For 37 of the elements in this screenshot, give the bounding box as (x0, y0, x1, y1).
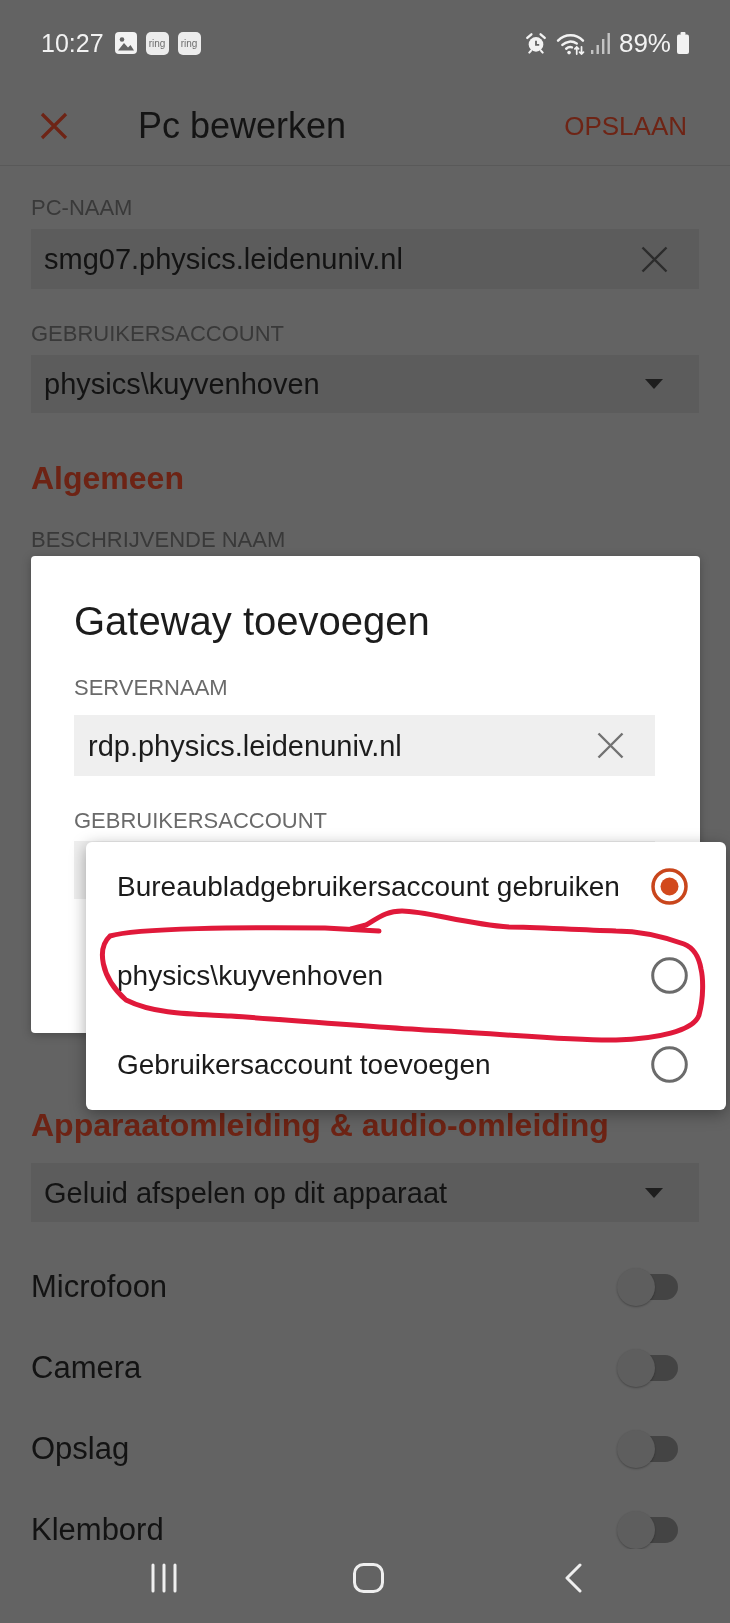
back-icon[interactable] (564, 1563, 582, 1593)
section-heading: Algemeen (31, 459, 185, 497)
home-icon[interactable] (353, 1563, 384, 1593)
toggle-switch[interactable] (617, 1510, 678, 1549)
field-label: SERVERNAAM (74, 675, 229, 701)
caret-icon (645, 1187, 663, 1198)
status-time: 10:27 (41, 28, 104, 58)
signal-bars-icon (590, 32, 610, 54)
battery-percentage: 89% (618, 28, 671, 58)
recent-apps-icon[interactable] (150, 1563, 178, 1593)
dialog-title: Gateway toevoegen (74, 598, 431, 645)
account-option[interactable]: Bureaubladgebruikersaccount gebruiken (86, 842, 726, 931)
toggle-label: Microfoon (31, 1270, 168, 1303)
radio-button[interactable] (651, 957, 688, 994)
toggle-switch[interactable] (617, 1429, 678, 1468)
alarm-clock-icon (524, 32, 547, 54)
screen-title: Pc bewerken (138, 103, 348, 148)
section-heading: Apparaatomleiding & audio-omleiding (31, 1108, 610, 1142)
image-notification-icon (114, 32, 137, 54)
caret-icon (645, 379, 663, 389)
field-label: GEBRUIKERSACCOUNT (74, 808, 329, 834)
battery-icon (676, 32, 690, 54)
server-name-field[interactable]: rdp.physics.leidenuniv.nl (74, 715, 655, 776)
app-notification-badge: ring (177, 31, 201, 55)
wifi-icon (555, 31, 585, 55)
toggle-label: Opslag (31, 1432, 130, 1465)
toggle-switch[interactable] (617, 1348, 678, 1387)
clear-icon[interactable] (597, 732, 624, 759)
account-option[interactable]: physics\kuyvenhoven (86, 931, 726, 1020)
toggle-switch[interactable] (617, 1267, 678, 1306)
toggle-label: Klembord (31, 1513, 164, 1546)
radio-button[interactable] (651, 1046, 688, 1083)
app-notification-badge: ring (145, 31, 169, 55)
toggle-label: Camera (31, 1351, 142, 1384)
clear-icon[interactable] (641, 245, 668, 273)
radio-button[interactable] (651, 868, 688, 905)
account-option[interactable]: Gebruikersaccount toevoegen (86, 1020, 726, 1109)
